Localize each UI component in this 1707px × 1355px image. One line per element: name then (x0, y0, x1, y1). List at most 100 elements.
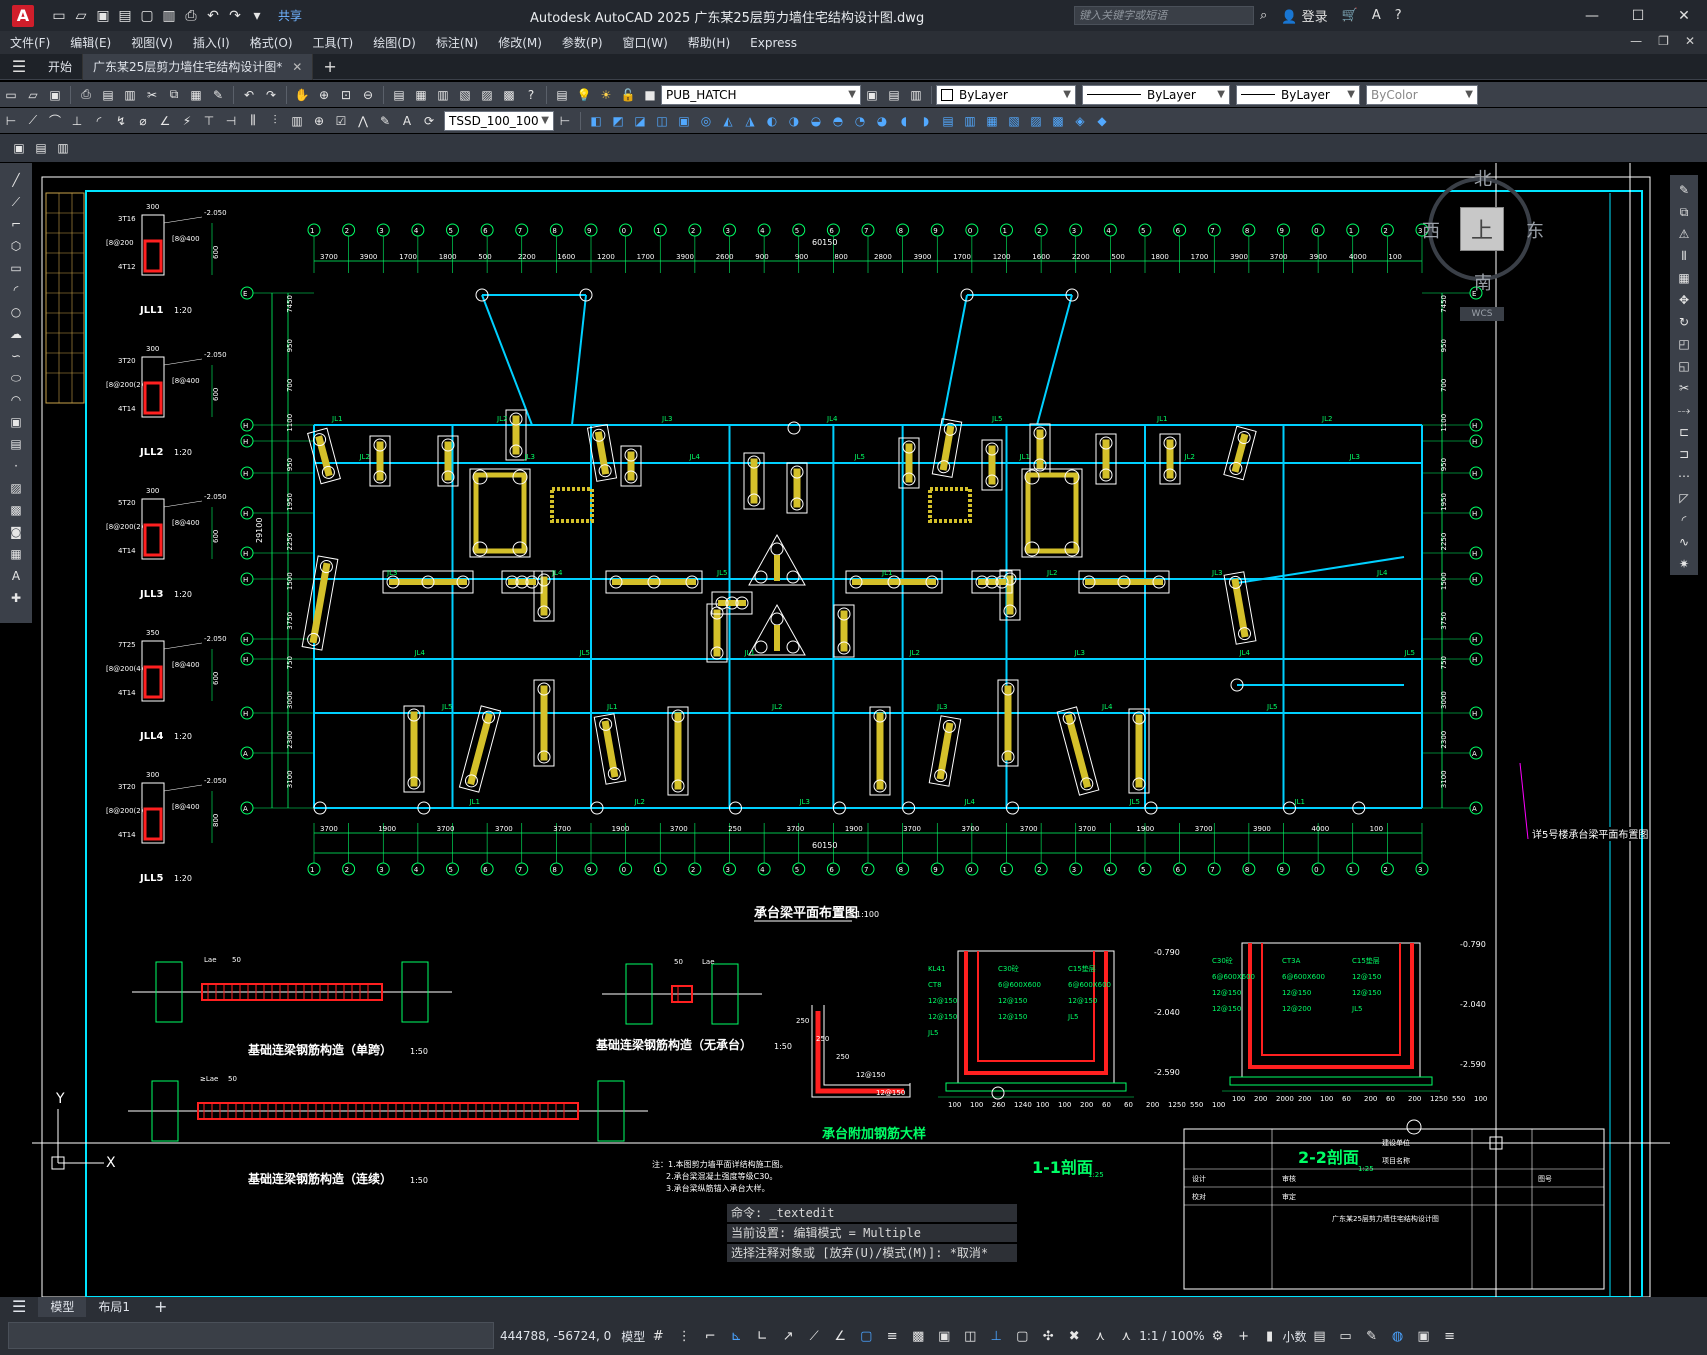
annotation-visibility-icon[interactable]: ✖ (1064, 1326, 1084, 1346)
workspace-icon[interactable]: ⚙ (1208, 1326, 1228, 1346)
plot-icon[interactable]: ⎙ (77, 86, 95, 104)
menu-file[interactable]: 文件(F) (0, 34, 60, 51)
intersect-icon[interactable]: ◕ (873, 112, 891, 130)
search-input[interactable]: 键入关键字或短语 (1074, 6, 1254, 25)
help-icon[interactable]: ? (522, 86, 540, 104)
model-space-toggle[interactable]: 模型 (621, 1328, 645, 1345)
loft-icon[interactable]: ◒ (807, 112, 825, 130)
properties-icon[interactable]: ▤ (390, 86, 408, 104)
help-icon[interactable]: ? (1395, 8, 1402, 23)
subtract-icon[interactable]: ◔ (851, 112, 869, 130)
annotation-scale-value[interactable]: 1:1 / 100% (1139, 1329, 1204, 1343)
continue-dim-icon[interactable]: ⊣ (222, 112, 240, 130)
quick-properties-icon[interactable]: ▤ (1310, 1326, 1330, 1346)
drawing-canvas[interactable]: 1 2 3 4 5 6 7 8 9 0 1 2 3 4 5 6 7 8 9 0 1 2 3 4 5 6 7 8 9 0 1 2 3 1 2 3 4 5 6… (32, 163, 1670, 1297)
menu-parametric[interactable]: 参数(P) (552, 34, 613, 51)
dim-style-manager-icon[interactable]: ⊢ (556, 112, 574, 130)
layer-dropdown[interactable]: PUB_HATCH ▼ (661, 84, 861, 105)
3d-box-icon[interactable]: ◧ (587, 112, 605, 130)
snap-icon[interactable]: ⋮ (674, 1326, 694, 1346)
new-tab-button[interactable]: + (323, 57, 336, 76)
selection-filter-icon[interactable]: ▢ (1012, 1326, 1032, 1346)
blend-icon[interactable]: ∿ (1674, 532, 1694, 552)
open-icon[interactable]: ▱ (24, 86, 42, 104)
close-button[interactable]: ✕ (1661, 0, 1707, 31)
region-icon[interactable]: ◙ (6, 522, 26, 542)
break-point-icon[interactable]: ⊏ (1674, 422, 1694, 442)
make-block-icon[interactable]: ▤ (6, 434, 26, 454)
isolate-objects-icon[interactable]: ✎ (1362, 1326, 1382, 1346)
convert-surface-icon[interactable]: ▨ (1027, 112, 1045, 130)
dynamic-ucs-icon[interactable]: ⊥ (986, 1326, 1006, 1346)
revision-cloud-icon[interactable]: ☁ (6, 324, 26, 344)
3d-cylinder-icon[interactable]: ▣ (675, 112, 693, 130)
center-mark-icon[interactable]: ⊕ (310, 112, 328, 130)
menu-dimension[interactable]: 标注(N) (426, 34, 488, 51)
menu-express[interactable]: Express (740, 36, 807, 50)
annotation-scale-icon[interactable]: ⋏ (1116, 1326, 1136, 1346)
dim-update-icon[interactable]: ⟳ (420, 112, 438, 130)
customize-icon[interactable]: ≡ (1440, 1326, 1460, 1346)
line-icon[interactable]: ╱ (6, 170, 26, 190)
selection-cycling-icon[interactable]: ▣ (934, 1326, 954, 1346)
add-selected-icon[interactable]: ✚ (6, 588, 26, 608)
redo-icon[interactable]: ↷ (226, 7, 244, 25)
annotation-monitor-icon[interactable]: + (1234, 1326, 1254, 1346)
thicken-icon[interactable]: ▦ (983, 112, 1001, 130)
layer-lock-icon[interactable]: 🔓 (619, 86, 637, 104)
command-input[interactable] (8, 1322, 494, 1349)
imprint-icon[interactable]: ◈ (1071, 112, 1089, 130)
menu-insert[interactable]: 插入(I) (183, 34, 240, 51)
layer-on-icon[interactable]: 💡 (575, 86, 593, 104)
table-icon[interactable]: ▦ (6, 544, 26, 564)
ellipse-icon[interactable]: ⬭ (6, 368, 26, 388)
circle-icon[interactable]: ○ (6, 302, 26, 322)
transparency-icon[interactable]: ▩ (908, 1326, 928, 1346)
print-icon[interactable]: ⎙ (182, 7, 200, 25)
menu-help[interactable]: 帮助(H) (678, 34, 740, 51)
polysolid-icon[interactable]: ▤ (939, 112, 957, 130)
pan-icon[interactable]: ✋ (293, 86, 311, 104)
autodesk-app-icon[interactable]: A (1372, 8, 1381, 23)
3d-pyramid-icon[interactable]: ◭ (719, 112, 737, 130)
3d-torus-icon[interactable]: ◎ (697, 112, 715, 130)
presspull-icon[interactable]: ▥ (961, 112, 979, 130)
spline-icon[interactable]: ∽ (6, 346, 26, 366)
tool-palettes-icon[interactable]: ▥ (434, 86, 452, 104)
compass-north[interactable]: 北 (1474, 165, 1492, 191)
aligned-dim-icon[interactable]: ⟋ (24, 112, 42, 130)
search-icon[interactable]: ⌕ (1260, 8, 1267, 23)
sweep-icon[interactable]: ◑ (785, 112, 803, 130)
insert-block-icon[interactable]: ▣ (6, 412, 26, 432)
gradient-icon[interactable]: ▩ (6, 500, 26, 520)
login-button[interactable]: 👤 登录 (1281, 6, 1327, 25)
maximize-button[interactable]: ☐ (1615, 0, 1661, 31)
cut-icon[interactable]: ✂ (143, 86, 161, 104)
cart-icon[interactable]: 🛒 (1342, 8, 1358, 23)
save-icon[interactable]: ▣ (94, 7, 112, 25)
linear-dim-icon[interactable]: ⊢ (2, 112, 20, 130)
share-button[interactable]: 共享 (278, 7, 302, 24)
jogged-linear-icon[interactable]: ⋀ (354, 112, 372, 130)
chamfer-icon[interactable]: ◸ (1674, 488, 1694, 508)
markup-icon[interactable]: ▨ (478, 86, 496, 104)
copy-icon[interactable]: ⧉ (165, 86, 183, 104)
menu-modify[interactable]: 修改(M) (488, 34, 552, 51)
jogged-dim-icon[interactable]: ↯ (112, 112, 130, 130)
mirror-icon[interactable]: ⚠ (1674, 224, 1694, 244)
offset-icon[interactable]: ⫴ (1674, 246, 1694, 266)
tolerance-icon[interactable]: ▥ (288, 112, 306, 130)
rectangle-icon[interactable]: ▭ (6, 258, 26, 278)
polyline-icon[interactable]: ⌐ (6, 214, 26, 234)
menu-view[interactable]: 视图(V) (121, 34, 183, 51)
gizmo-icon[interactable]: ✣ (1038, 1326, 1058, 1346)
angular-dim-icon[interactable]: ∠ (156, 112, 174, 130)
auto-scale-icon[interactable]: ⋏ (1090, 1326, 1110, 1346)
mtext-icon[interactable]: A (6, 566, 26, 586)
polar-icon[interactable]: ↗ (778, 1326, 798, 1346)
hamburger-menu-icon[interactable]: ☰ (0, 57, 38, 76)
break-icon[interactable]: ⊐ (1674, 444, 1694, 464)
linetype-dropdown[interactable]: ByLayer ▼ (1082, 84, 1230, 105)
join-icon[interactable]: ⋯ (1674, 466, 1694, 486)
extrude-icon[interactable]: ◮ (741, 112, 759, 130)
